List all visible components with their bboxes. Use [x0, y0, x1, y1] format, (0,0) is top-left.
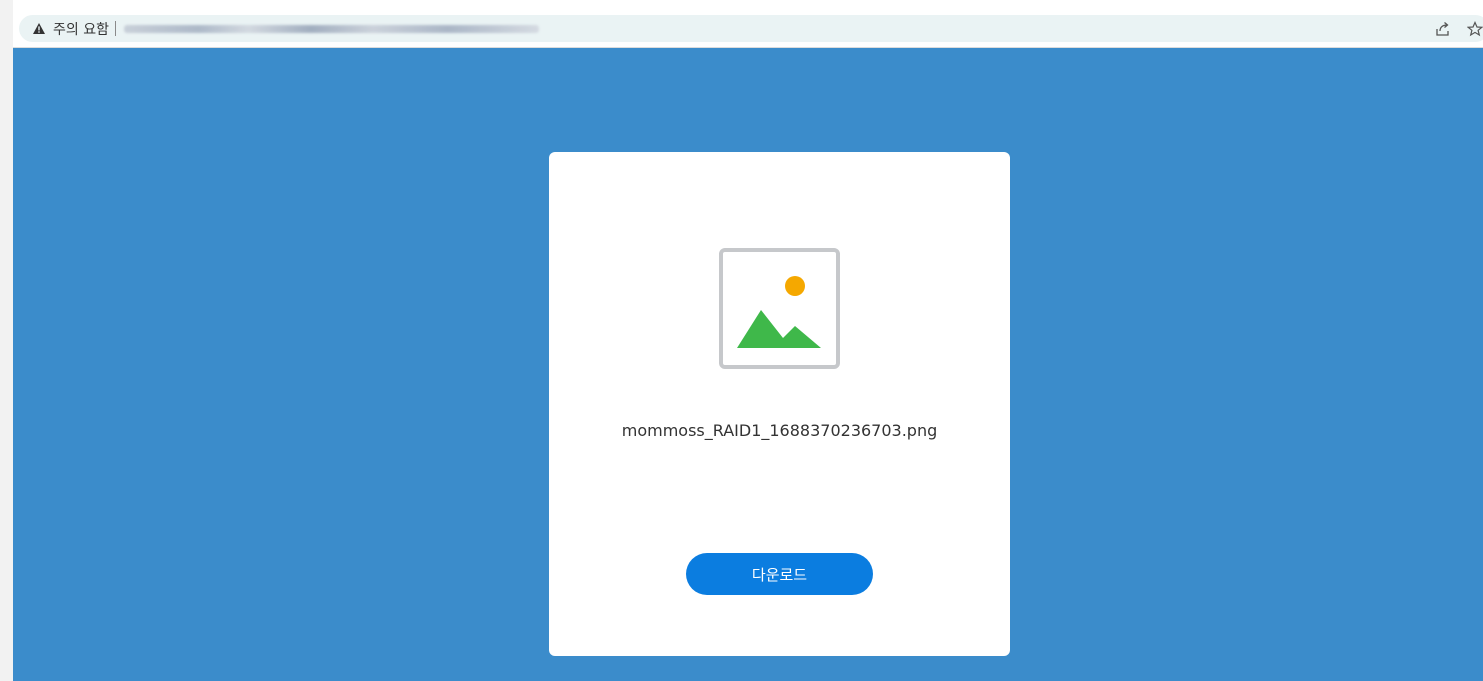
bookmark-star-icon[interactable] — [1467, 20, 1483, 37]
window-left-edge — [0, 0, 13, 681]
address-separator — [114, 21, 116, 36]
security-warning-label[interactable]: 주의 요함 — [53, 19, 109, 39]
file-name: mommoss_RAID1_1688370236703.png — [621, 421, 938, 440]
address-bar[interactable]: 주의 요함 — [19, 15, 1483, 42]
blurred-url[interactable] — [123, 24, 539, 33]
address-bar-actions — [1435, 15, 1483, 42]
warning-triangle-icon — [33, 23, 45, 34]
page-viewport: mommoss_RAID1_1688370236703.png 다운로드 — [13, 48, 1483, 681]
image-file-icon — [719, 248, 840, 369]
browser-toolbar: 주의 요함 — [13, 8, 1483, 48]
share-icon[interactable] — [1435, 21, 1451, 37]
file-download-card: mommoss_RAID1_1688370236703.png 다운로드 — [549, 152, 1010, 656]
download-button[interactable]: 다운로드 — [686, 553, 873, 595]
